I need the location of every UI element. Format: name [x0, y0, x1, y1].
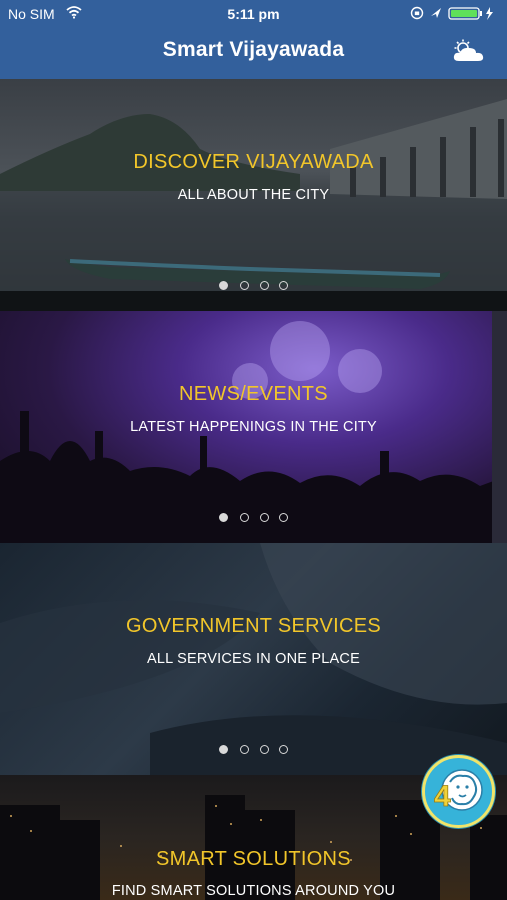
news-events-panel[interactable]: NEWS/EVENTS LATEST HAPPENINGS IN THE CIT…: [0, 311, 507, 543]
news-events-subtitle: LATEST HAPPENINGS IN THE CITY: [130, 419, 377, 435]
rotation-lock-icon: [410, 6, 424, 20]
page-dot-2[interactable]: [240, 513, 249, 522]
charging-bolt-icon: [486, 7, 493, 20]
government-services-panel[interactable]: GOVERNMENT SERVICES ALL SERVICES IN ONE …: [0, 543, 507, 775]
government-services-title: GOVERNMENT SERVICES: [125, 615, 382, 637]
page-dot-4[interactable]: [279, 281, 288, 290]
page-dot-2[interactable]: [240, 281, 249, 290]
page-dot-1[interactable]: [219, 513, 228, 522]
government-services-subtitle: ALL SERVICES IN ONE PLACE: [147, 651, 360, 667]
status-icons: [410, 6, 493, 20]
page-dot-2[interactable]: [240, 745, 249, 754]
location-arrow-icon: [431, 8, 441, 18]
page-dot-1[interactable]: [219, 281, 228, 290]
discover-page-indicator[interactable]: [219, 281, 291, 291]
services-page-indicator[interactable]: [219, 745, 291, 755]
smart-solutions-subtitle: FIND SMART SOLUTIONS AROUND YOU: [111, 883, 396, 899]
news-events-title: NEWS/EVENTS: [179, 383, 328, 405]
news-page-indicator[interactable]: [219, 513, 291, 523]
page-title: Smart Vijayawada: [162, 38, 345, 61]
status-bar: No SIM 5:11 pm: [0, 0, 507, 28]
discover-subtitle: ALL ABOUT THE CITY: [177, 187, 330, 203]
discover-title: DISCOVER VIJAYAWADA: [133, 151, 374, 173]
top-bar: No SIM 5:11 pm Smart Vijayawada: [0, 0, 507, 79]
page-dot-1[interactable]: [219, 745, 228, 754]
battery-icon: [448, 7, 482, 20]
lion-logo-fab[interactable]: 4: [422, 755, 495, 828]
page-dot-4[interactable]: [279, 745, 288, 754]
lion-logo-icon: 4: [434, 769, 483, 813]
weather-cloud-sun-icon[interactable]: [449, 39, 487, 63]
page-dot-3[interactable]: [260, 745, 269, 754]
fab-label: 4: [434, 780, 451, 813]
discover-panel[interactable]: DISCOVER VIJAYAWADA ALL ABOUT THE CITY: [0, 79, 507, 311]
page-dot-3[interactable]: [260, 281, 269, 290]
page-dot-4[interactable]: [279, 513, 288, 522]
page-dot-3[interactable]: [260, 513, 269, 522]
smart-solutions-title: SMART SOLUTIONS: [156, 848, 351, 870]
